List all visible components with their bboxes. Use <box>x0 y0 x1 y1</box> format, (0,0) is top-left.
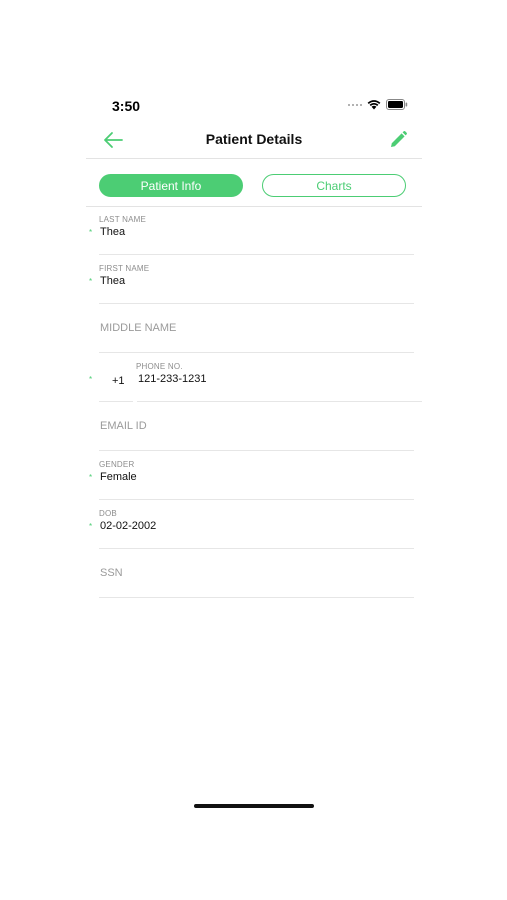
email-placeholder[interactable]: EMAIL ID <box>100 420 147 432</box>
nav-bar: Patient Details <box>86 122 422 159</box>
required-asterisk: * <box>89 375 93 384</box>
gender-field[interactable]: * GENDER Female <box>86 451 422 500</box>
divider <box>99 597 414 598</box>
tab-patient-info[interactable]: Patient Info <box>99 174 243 197</box>
first-name-label: FIRST NAME <box>99 264 150 273</box>
dob-field[interactable]: * DOB 02-02-2002 <box>86 500 422 549</box>
last-name-field[interactable]: * LAST NAME Thea <box>86 206 422 255</box>
page-title: Patient Details <box>205 131 303 147</box>
ssn-field[interactable]: SSN <box>86 549 422 598</box>
middle-name-placeholder[interactable]: MIDDLE NAME <box>100 322 176 334</box>
gender-label: GENDER <box>99 460 135 469</box>
dob-label: DOB <box>99 509 117 518</box>
status-time: 3:50 <box>112 98 141 114</box>
signal-icon <box>348 103 362 106</box>
first-name-field[interactable]: * FIRST NAME Thea <box>86 255 422 304</box>
required-asterisk: * <box>89 228 93 237</box>
last-name-label: LAST NAME <box>99 215 146 224</box>
pencil-edit-icon[interactable] <box>388 130 408 150</box>
gender-value[interactable]: Female <box>100 471 137 483</box>
home-indicator <box>194 804 314 808</box>
country-code-selector[interactable]: +1 <box>112 375 125 387</box>
phone-field[interactable]: * +1 PHONE NO. 121-233-1231 <box>86 353 422 402</box>
first-name-value[interactable]: Thea <box>100 275 125 287</box>
last-name-value[interactable]: Thea <box>100 226 125 238</box>
email-field[interactable]: EMAIL ID <box>86 402 422 451</box>
middle-name-field[interactable]: MIDDLE NAME <box>86 304 422 353</box>
ssn-placeholder[interactable]: SSN <box>100 567 123 579</box>
phone-label: PHONE NO. <box>136 362 183 371</box>
required-asterisk: * <box>89 473 93 482</box>
wifi-icon <box>367 100 381 110</box>
status-icons <box>348 99 408 110</box>
dob-value[interactable]: 02-02-2002 <box>100 520 156 532</box>
app-screen: 3:50 Patient Details Patient Info Charts… <box>86 88 422 818</box>
tab-charts[interactable]: Charts <box>262 174 406 197</box>
required-asterisk: * <box>89 277 93 286</box>
tab-bar: Patient Info Charts <box>86 159 422 207</box>
required-asterisk: * <box>89 522 93 531</box>
status-bar: 3:50 <box>86 88 422 122</box>
battery-icon <box>386 99 408 110</box>
phone-value[interactable]: 121-233-1231 <box>138 373 207 385</box>
